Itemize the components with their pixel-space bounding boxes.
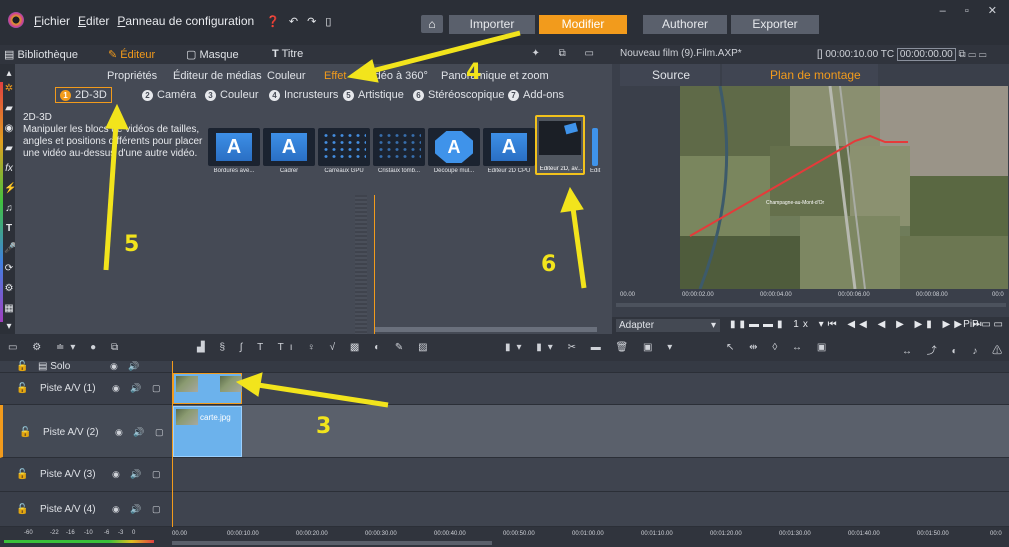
arrow-to-timeline-clip (235, 372, 389, 408)
annotation-number-6: 6 (541, 252, 557, 277)
arrow-to-selected-effect (560, 186, 587, 289)
annotation-number-3: 3 (316, 414, 332, 439)
annotation-number-4: 4 (466, 60, 482, 85)
annotation-number-5: 5 (124, 232, 140, 257)
app-window: Fichier Editer Panneau de configuration … (0, 0, 1009, 547)
arrow-to-effet-tab (346, 30, 521, 83)
annotation-arrows (103, 30, 587, 408)
